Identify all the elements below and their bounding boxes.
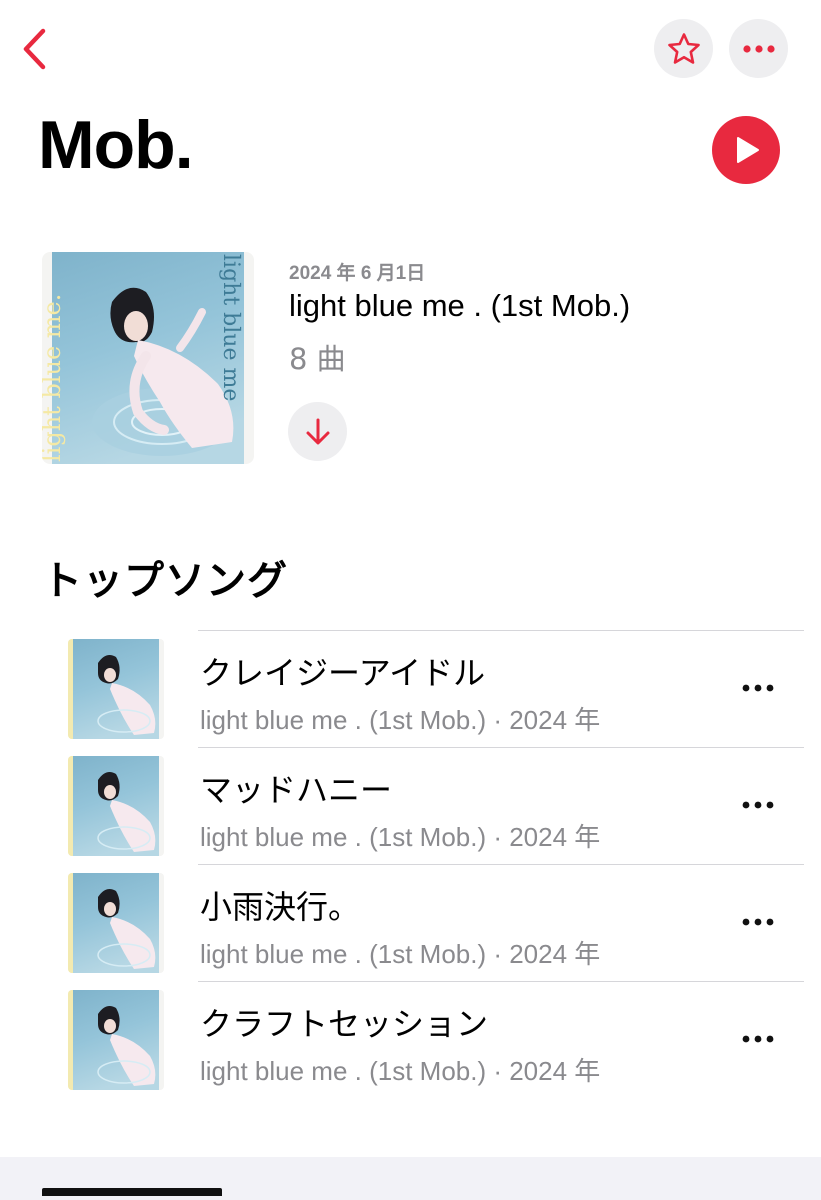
album-artwork[interactable]: light blue me. light blue me: [42, 252, 254, 464]
ellipsis-icon: [742, 918, 774, 926]
play-icon: [737, 137, 759, 163]
download-arrow-icon: [306, 418, 329, 444]
song-subtitle: light blue me . (1st Mob.) · 2024 年: [200, 822, 601, 852]
top-songs-list: クレイジーアイドル light blue me . (1st Mob.) · 2…: [0, 630, 821, 1098]
song-subtitle: light blue me . (1st Mob.) · 2024 年: [200, 1056, 601, 1086]
ellipsis-icon: [742, 801, 774, 809]
svg-text:light blue me: light blue me: [218, 254, 243, 401]
play-button[interactable]: [712, 116, 780, 184]
artist-page: Mob. light blue me. light blue me 2024 年…: [0, 0, 821, 1200]
chevron-left-icon: [23, 28, 46, 70]
download-button[interactable]: [288, 402, 347, 461]
next-section-heading-peek: [42, 1188, 222, 1200]
ellipsis-icon: [742, 44, 775, 53]
release-track-count: 8 曲: [289, 342, 346, 376]
divider: [198, 864, 804, 865]
song-artwork: [68, 756, 164, 856]
more-options-button[interactable]: [729, 19, 788, 78]
song-subtitle: light blue me . (1st Mob.) · 2024 年: [200, 705, 601, 735]
song-title: マッドハニー: [200, 771, 393, 809]
ellipsis-icon: [742, 684, 774, 692]
song-more-button[interactable]: [730, 1019, 786, 1059]
song-artwork: [68, 873, 164, 973]
song-row[interactable]: マッドハニー light blue me . (1st Mob.) · 2024…: [0, 747, 821, 864]
song-more-button[interactable]: [730, 668, 786, 708]
song-row[interactable]: 小雨決行。 light blue me . (1st Mob.) · 2024 …: [0, 864, 821, 981]
star-icon: [667, 32, 700, 64]
release-title[interactable]: light blue me . (1st Mob.): [289, 288, 630, 324]
song-subtitle: light blue me . (1st Mob.) · 2024 年: [200, 939, 601, 969]
artist-name: Mob.: [38, 107, 194, 183]
svg-text:light blue me.: light blue me.: [42, 294, 66, 462]
divider: [198, 630, 804, 631]
ellipsis-icon: [742, 1035, 774, 1043]
song-artwork: [68, 639, 164, 739]
divider: [198, 747, 804, 748]
release-date: 2024 年 6 月1日: [289, 263, 426, 284]
song-title: クラフトセッション: [200, 1005, 489, 1043]
divider: [198, 981, 804, 982]
favorite-button[interactable]: [654, 19, 713, 78]
song-more-button[interactable]: [730, 785, 786, 825]
top-songs-heading: トップソング: [42, 558, 288, 604]
song-more-button[interactable]: [730, 902, 786, 942]
song-row[interactable]: クレイジーアイドル light blue me . (1st Mob.) · 2…: [0, 630, 821, 747]
back-button[interactable]: [12, 24, 56, 74]
song-title: クレイジーアイドル: [200, 654, 486, 692]
song-title: 小雨決行。: [200, 888, 361, 926]
song-row[interactable]: クラフトセッション light blue me . (1st Mob.) · 2…: [0, 981, 821, 1098]
song-artwork: [68, 990, 164, 1090]
